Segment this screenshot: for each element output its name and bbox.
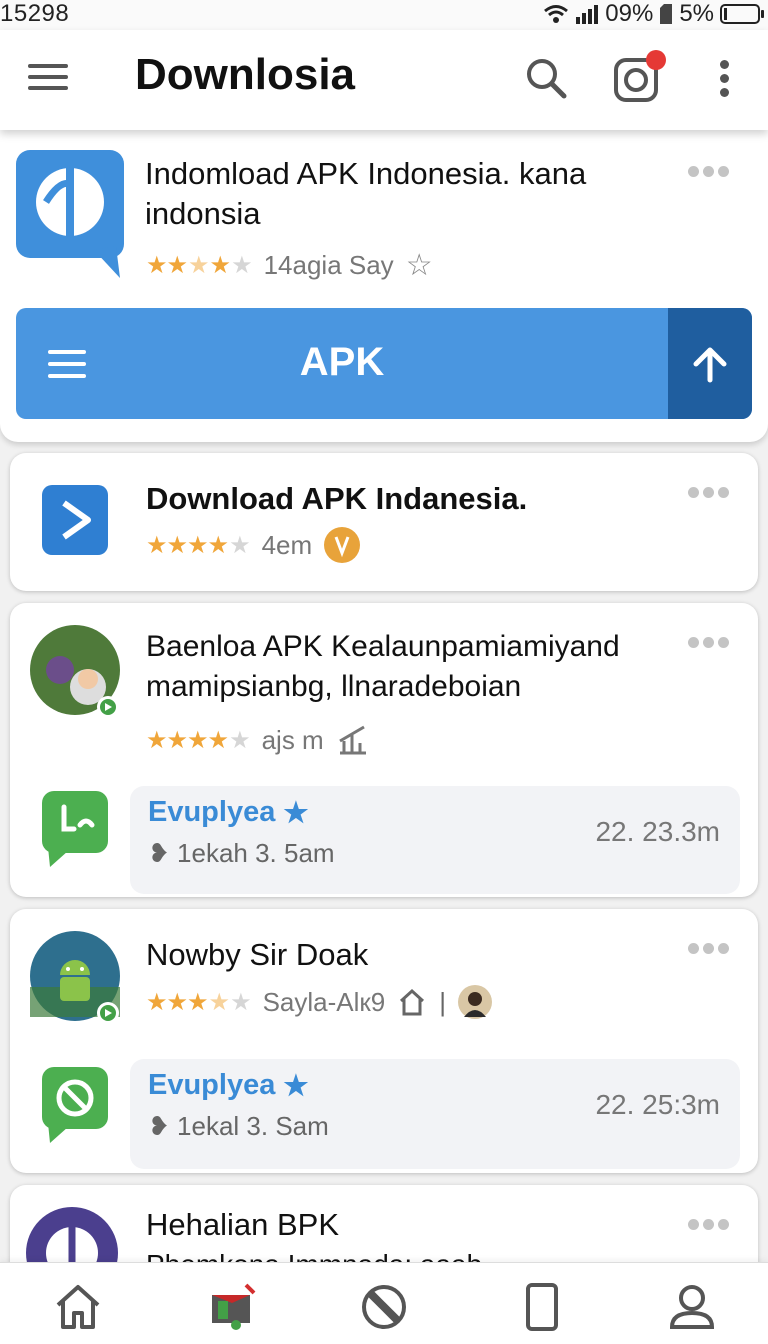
- sub-card-stat: 22. 23.3m: [595, 816, 720, 847]
- avatar[interactable]: [30, 625, 122, 723]
- home-icon[interactable]: [52, 1281, 104, 1333]
- featured-meta-row: ★★ ★ ★ ★ 14agia Say ☆: [146, 248, 433, 283]
- chart-icon: [338, 725, 366, 755]
- apk-download-bar[interactable]: APK: [16, 308, 752, 419]
- play-app-icon[interactable]: [42, 485, 108, 555]
- chat-app-icon[interactable]: [42, 791, 108, 867]
- item-meta-row: ★★★★ ★ 4em: [146, 527, 361, 563]
- battery-percent: 5%: [679, 0, 714, 27]
- home-outline-icon: [400, 988, 425, 1016]
- featured-card[interactable]: Indomload APK Indonesia. kana indonsia ★…: [0, 130, 768, 442]
- item-more-icon[interactable]: [688, 487, 729, 498]
- item-meta: ajs m: [261, 724, 324, 755]
- sub-card-title[interactable]: Evuplyea ★: [148, 796, 308, 829]
- sub-card-meta: ❥ 1ekal 3. Sam: [148, 1111, 329, 1141]
- list-item[interactable]: Nowby Sir Doak ★★★ ★ ★ Sayla-Alк9 | Evuply…: [10, 909, 758, 1173]
- more-vert-icon[interactable]: [718, 60, 730, 100]
- star-icon: ★: [283, 797, 309, 828]
- camera-notification-icon[interactable]: [612, 50, 666, 104]
- star-icon: ★: [283, 1070, 309, 1101]
- item-meta: Sayla-Alк9: [262, 986, 386, 1017]
- like-icon: ❥: [148, 838, 170, 868]
- rating-stars: ★★★★★: [146, 252, 253, 279]
- item-title[interactable]: Hehalian BPK: [146, 1205, 339, 1245]
- featured-meta: 14agia Say: [263, 250, 394, 280]
- status-icons: 09% 5%: [543, 0, 764, 28]
- rating-stars: ★★★★★: [146, 726, 251, 754]
- item-title[interactable]: Baenloa APK Kealaunpamiamiyand mamipsian…: [146, 627, 666, 707]
- list-item[interactable]: Download APK Indanesia. ★★★★ ★ 4em: [10, 453, 758, 591]
- item-meta-row: ★★★ ★ ★ Sayla-Alк9 |: [146, 985, 492, 1019]
- sub-card-title[interactable]: Evuplyea ★: [148, 1069, 308, 1102]
- sub-card-stat: 22. 25:3m: [595, 1089, 720, 1120]
- featured-title[interactable]: Indomload APK Indonesia. kana indonsia: [145, 154, 665, 234]
- sub-card-meta: ❥ 1ekah 3. 5am: [148, 838, 335, 868]
- block-icon[interactable]: [358, 1281, 410, 1333]
- menu-icon[interactable]: [28, 64, 68, 94]
- featured-app-icon[interactable]: [16, 150, 124, 278]
- list-item[interactable]: Baenloa APK Kealaunpamiamiyand mamipsian…: [10, 603, 758, 897]
- store-icon[interactable]: [206, 1281, 258, 1333]
- status-percent: 09%: [605, 0, 654, 27]
- item-meta: 4em: [261, 529, 313, 560]
- sim-icon: [660, 4, 673, 24]
- search-icon[interactable]: [524, 56, 568, 100]
- message-app-icon[interactable]: [42, 1067, 108, 1143]
- app-title: Downlosia: [135, 50, 356, 99]
- wifi-icon: [544, 5, 569, 23]
- app-bar: Downlosia: [0, 30, 768, 130]
- apk-label: APK: [299, 340, 385, 384]
- like-icon: ❥: [148, 1111, 170, 1141]
- favorite-star-icon[interactable]: ☆: [406, 248, 433, 283]
- signal-icon: [576, 5, 599, 24]
- rating-stars: ★★★★★: [146, 988, 252, 1016]
- battery-icon: [720, 4, 764, 24]
- status-time: 15298: [0, 0, 70, 27]
- bottom-navigation: [0, 1262, 768, 1344]
- item-more-icon[interactable]: [688, 637, 729, 648]
- badge-icon: [324, 527, 361, 563]
- featured-more-icon[interactable]: [688, 166, 729, 177]
- android-avatar[interactable]: [30, 931, 122, 1027]
- upload-arrow-button[interactable]: [668, 308, 752, 419]
- item-title[interactable]: Nowby Sir Doak: [146, 935, 368, 975]
- item-meta-row: ★★★★ ★ ajs m: [146, 723, 370, 757]
- user-avatar-small[interactable]: [458, 985, 492, 1019]
- profile-icon[interactable]: [666, 1281, 718, 1333]
- sub-card[interactable]: Evuplyea ★ ❥ 1ekal 3. Sam 22. 25:3m: [130, 1059, 740, 1169]
- arrow-up-icon: [693, 347, 727, 383]
- status-bar: 15298 09% 5%: [0, 0, 768, 30]
- rating-stars: ★★★★★: [146, 531, 251, 559]
- item-title[interactable]: Download APK Indanesia.: [146, 479, 527, 519]
- item-more-icon[interactable]: [688, 1219, 729, 1230]
- phone-icon[interactable]: [516, 1281, 568, 1333]
- notification-badge: [646, 50, 666, 70]
- item-more-icon[interactable]: [688, 943, 729, 954]
- sub-card[interactable]: Evuplyea ★ ❥ 1ekah 3. 5am 22. 23.3m: [130, 786, 740, 894]
- divider: |: [439, 986, 446, 1017]
